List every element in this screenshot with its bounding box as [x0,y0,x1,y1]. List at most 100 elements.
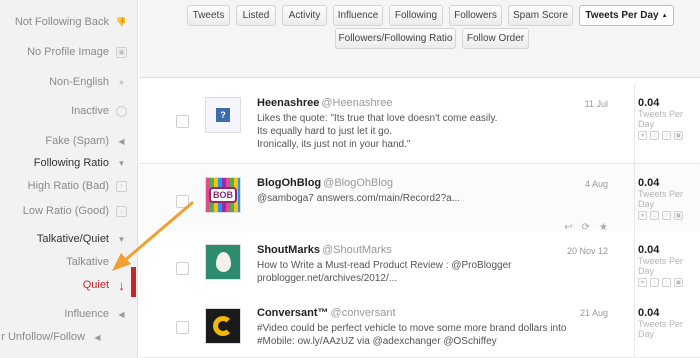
list-item[interactable]: ? Heenashree @Heenashree 11 Jul Likes the… [139,84,700,164]
sidebar-item-quiet[interactable]: Quiet ↓ [83,277,127,293]
active-indicator [131,267,136,297]
sidebar-item-low-ratio[interactable]: Low Ratio (Good) ↓ [23,205,127,217]
metric-unit: Day [638,329,655,339]
tab-followers-following-ratio[interactable]: Followers/Following Ratio [335,28,456,49]
thumbs-down-icon: 👎 [115,16,128,27]
tab-label: Followers [454,10,497,21]
sidebar-item-unfollow-follow[interactable]: r Unfollow/Follow ◀ [1,331,103,343]
metric-value: 0.04 [638,177,660,189]
select-checkbox[interactable] [176,321,189,334]
user-name[interactable]: Heenashree @Heenashree [257,97,392,109]
sidebar-item-label: Fake (Spam) [45,135,109,147]
arrow-up-icon: ↑ [662,278,671,287]
tab-listed[interactable]: Listed [236,5,276,26]
tab-label: Following [394,10,438,21]
image-icon: ▣ [116,46,127,58]
image-icon: ▣ [674,278,683,287]
metric-unit: Tweets Per [638,319,684,329]
avatar[interactable] [205,308,241,344]
sidebar-item-inactive[interactable]: Inactive [71,105,127,117]
arrow-up-icon: ↑ [662,211,671,220]
tab-label: Listed [242,10,270,21]
metric-unit: Tweets Per [638,189,684,199]
tab-influence[interactable]: Influence [333,5,383,26]
select-checkbox[interactable] [176,195,189,208]
tab-label: Followers/Following Ratio [338,33,453,44]
avatar[interactable]: BOB [205,177,241,213]
conversant-logo [213,316,233,336]
filter-sidebar: Not Following Back 👎 No Profile Image ▣ … [0,0,138,358]
tab-label: Spam Score [512,10,569,21]
metric-unit: Tweets Per [638,109,684,119]
bob-logo: BOB [209,187,237,203]
ratio-down-icon: ↓ [116,205,127,217]
tab-following[interactable]: Following [389,5,443,26]
speech-bubble-icon: ● [118,77,125,87]
arrow-down-icon: ↓ [118,277,125,293]
tab-tweets[interactable]: Tweets [187,5,230,26]
sidebar-item-high-ratio[interactable]: High Ratio (Bad) ↑ [28,180,127,192]
sort-asc-icon: ▲ [661,12,668,19]
arrow-down-icon: ↓ [650,131,659,140]
metric-icons: ▾ ↓ ↑ ▣ [638,211,700,220]
user-name[interactable]: BlogOhBlog @BlogOhBlog [257,177,393,189]
sidebar-item-no-profile-image[interactable]: No Profile Image ▣ [27,46,127,58]
user-handle: @conversant [330,307,396,319]
select-checkbox[interactable] [176,115,189,128]
sidebar-item-label: Non-English [49,76,109,88]
tab-followers[interactable]: Followers [449,5,502,26]
sort-toolbar: Tweets Listed Activity Influence Followi… [139,0,700,78]
caret-left-icon: ◀ [94,332,101,342]
tweet-date: 21 Aug [579,308,608,318]
metric-cell: 0.04 Tweets Per Day ▾ ↓ ↑ ▣ [634,84,700,163]
tweet-text: Likes the quote: "Its true that love doe… [257,112,607,151]
sidebar-item-label: Low Ratio (Good) [22,205,109,217]
sidebar-item-influence[interactable]: Influence ◀ [64,308,127,320]
sidebar-item-fake-spam[interactable]: Fake (Spam) ◀ [45,135,127,147]
tweet-line: How to Write a Must-read Product Review … [257,260,512,271]
metric-value: 0.04 [638,97,660,109]
clock-icon [116,105,127,117]
sidebar-group-talkative-quiet[interactable]: Talkative/Quiet ▼ [37,233,127,245]
user-name[interactable]: Conversant™ @conversant [257,307,396,319]
tweet-text: #Video could be perfect vehicle to move … [257,322,607,348]
sidebar-item-talkative[interactable]: Talkative ↑ [66,256,127,268]
tab-label: Follow Order [466,33,525,44]
sidebar-item-non-english[interactable]: Non-English ● [49,76,127,88]
sidebar-item-label: High Ratio (Bad) [27,180,109,192]
user-name[interactable]: ShoutMarks @ShoutMarks [257,244,392,256]
metric-value: 0.04 [638,307,660,319]
avatar[interactable]: ? [205,97,241,133]
image-icon: ▣ [674,131,683,140]
sidebar-item-not-following-back[interactable]: Not Following Back 👎 [15,16,127,28]
metric-unit: Day [638,199,655,209]
tab-spam-score[interactable]: Spam Score [508,5,573,26]
display-name: BlogOhBlog [257,177,322,189]
select-checkbox[interactable] [176,262,189,275]
tweet-line: Its equally hard to just let it go. [257,126,393,137]
tweet-line: #Mobile: ow.ly/AAzUZ via @adexchanger @O… [257,336,497,347]
tab-tweets-per-day[interactable]: Tweets Per Day ▲ [579,5,674,26]
sidebar-group-label: Following Ratio [33,157,109,169]
tab-follow-order[interactable]: Follow Order [462,28,529,49]
tab-activity[interactable]: Activity [282,5,327,26]
list-item[interactable]: Conversant™ @conversant 21 Aug #Video cou… [139,298,700,358]
arrow-up-icon: ↑ [662,131,671,140]
thumbs-down-icon: ▾ [638,278,647,287]
caret-left-icon: ◀ [118,309,125,319]
metric-value: 0.04 [638,244,660,256]
user-handle: @ShoutMarks [321,244,392,256]
tweet-date: 20 Nov 12 [566,246,608,256]
arrow-up-icon: ↑ [119,257,124,267]
metric-unit: Day [638,266,655,276]
user-handle: @BlogOhBlog [323,177,394,189]
caret-left-icon: ◀ [118,136,125,146]
metric-unit: Day [638,119,655,129]
avatar[interactable] [205,244,241,280]
arrow-down-icon: ↓ [650,211,659,220]
egg-avatar-icon [215,252,231,272]
tweet-line: @samboga7 answers.com/main/Record2?a... [257,193,461,204]
sidebar-group-following-ratio[interactable]: Following Ratio ▼ [34,157,127,169]
tweet-date: 11 Jul [584,99,608,109]
sidebar-item-label: Inactive [71,105,109,117]
